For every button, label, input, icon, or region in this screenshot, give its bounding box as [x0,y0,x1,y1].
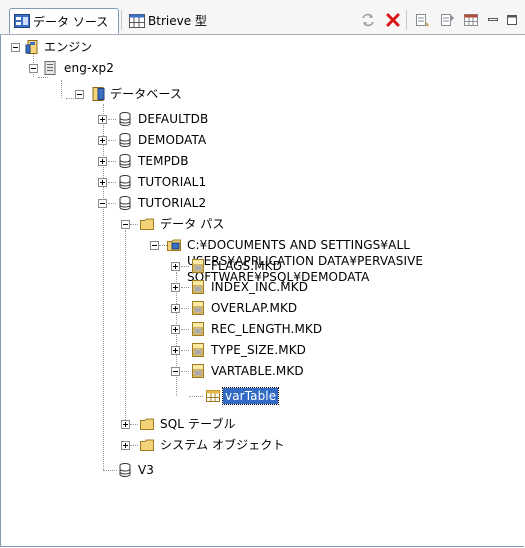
file-label[interactable]: VARTABLE.MKD [211,363,304,379]
folder-icon [140,439,154,451]
table-grid-icon [464,14,478,26]
engines-icon [25,40,38,54]
file-icon [192,280,204,294]
file-icon [192,259,204,273]
file-icon [192,343,204,357]
folder-icon [140,418,154,430]
expand-toggle[interactable] [98,136,107,145]
folder-path-icon [167,239,181,251]
file-label[interactable]: OVERLAP.MKD [211,300,297,316]
expand-toggle[interactable] [171,304,180,313]
collapse-toggle[interactable] [98,199,107,208]
folder-icon [140,218,154,230]
toolbar-divider [406,10,407,30]
delete-icon [386,13,400,27]
expand-toggle[interactable] [98,115,107,124]
expand-toggle[interactable] [171,346,180,355]
collapse-toggle[interactable] [29,64,38,73]
table-grid-button[interactable] [462,11,480,29]
file-label[interactable]: REC_LENGTH.MKD [211,321,322,337]
collapse-toggle[interactable] [11,43,20,52]
expand-toggle[interactable] [171,262,180,271]
database-label[interactable]: TUTORIAL1 [138,174,206,190]
refresh-button[interactable] [359,11,377,29]
data-source-icon [14,14,30,28]
table-properties-2-icon [441,14,454,26]
expand-toggle[interactable] [171,283,180,292]
tab-data-source-label: データ ソース [33,14,109,29]
database-icon [119,154,131,168]
tab-data-source[interactable]: データ ソース [9,8,119,34]
expand-toggle[interactable] [121,420,130,429]
engines-label[interactable]: エンジン [44,39,92,55]
expand-toggle[interactable] [98,178,107,187]
collapse-toggle[interactable] [121,220,130,229]
data-path-label[interactable]: データ パス [160,216,224,232]
minimize-icon [488,18,498,21]
database-label[interactable]: V3 [138,462,154,478]
data-source-tree: エンジン eng-xp2 データベース DEFAULTDB DEMODATA T… [0,34,525,546]
server-label[interactable]: eng-xp2 [64,60,114,76]
database-label[interactable]: TEMPDB [138,153,189,169]
maximize-button[interactable] [503,11,521,29]
table-properties-icon [416,14,429,27]
table-icon [206,390,220,402]
file-icon [192,322,204,336]
table-properties-2-button[interactable] [438,11,456,29]
file-label[interactable]: FLAGS.MKD [211,258,282,274]
system-objects-label[interactable]: システム オブジェクト [160,437,285,453]
server-icon [44,61,56,75]
database-label[interactable]: DEFAULTDB [138,111,208,127]
minimize-button[interactable] [484,11,502,29]
database-label[interactable]: TUTORIAL2 [138,195,206,211]
database-icon [119,133,131,147]
tab-btrieve[interactable]: Btrieve 型 [125,8,233,33]
database-icon [119,112,131,126]
view-tab-bar: データ ソース Btrieve 型 [0,0,525,35]
databases-label[interactable]: データベース [110,86,182,102]
collapse-toggle[interactable] [150,241,159,250]
database-label[interactable]: DEMODATA [138,132,206,148]
tab-btrieve-label: Btrieve 型 [148,14,207,28]
expand-toggle[interactable] [121,441,130,450]
tab-divider [121,10,122,30]
delete-button[interactable] [384,11,402,29]
expand-toggle[interactable] [171,325,180,334]
collapse-toggle[interactable] [171,367,180,376]
file-icon [192,364,204,378]
table-label-selected[interactable]: varTable [221,387,280,405]
refresh-icon [362,13,374,27]
file-icon [192,301,204,315]
collapse-toggle[interactable] [75,90,84,99]
table-properties-button[interactable] [413,11,431,29]
sql-tables-label[interactable]: SQL テーブル [160,416,236,432]
database-icon [119,196,131,210]
database-icon [119,175,131,189]
expand-toggle[interactable] [98,157,107,166]
databases-folder-icon [92,87,105,101]
btrieve-icon [129,13,145,28]
database-icon [119,463,131,477]
file-label[interactable]: TYPE_SIZE.MKD [211,342,306,358]
file-label[interactable]: INDEX_INC.MKD [211,279,308,295]
maximize-icon [507,15,517,25]
